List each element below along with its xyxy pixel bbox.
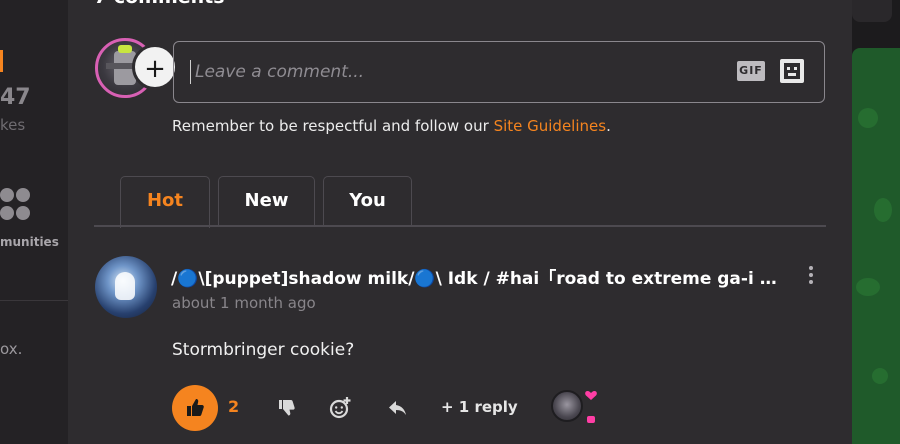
- reply-count[interactable]: + 1 reply: [441, 398, 518, 416]
- sticker-icon[interactable]: [780, 59, 804, 83]
- background-text: ox.: [0, 340, 23, 358]
- guidelines-suffix: .: [606, 117, 611, 135]
- replier-avatar: [551, 390, 583, 422]
- add-reaction-icon: [329, 397, 351, 419]
- comment-author[interactable]: /🔵\[puppet]shadow milk/🔵\ Idk / #hai「roa…: [171, 264, 791, 289]
- guidelines-text: Remember to be respectful and follow our: [172, 117, 494, 135]
- add-attachment-button[interactable]: +: [132, 44, 178, 90]
- reply-button[interactable]: [386, 396, 410, 420]
- tab-new[interactable]: New: [218, 176, 315, 226]
- add-reaction-button[interactable]: [328, 396, 352, 420]
- site-guidelines-link[interactable]: Site Guidelines: [494, 117, 607, 135]
- comment-input[interactable]: Leave a comment... GIF: [173, 41, 825, 103]
- text-caret: [190, 60, 191, 84]
- more-options-icon[interactable]: [806, 264, 816, 286]
- comment-timestamp: about 1 month ago: [172, 294, 316, 312]
- divider: [0, 300, 68, 301]
- background-top-tab: [852, 0, 892, 22]
- guidelines-note: Remember to be respectful and follow our…: [172, 117, 611, 135]
- background-green-image: [852, 48, 900, 444]
- commenter-avatar[interactable]: [95, 256, 157, 318]
- background-stat-label: kes: [0, 116, 26, 134]
- communities-icon: [0, 188, 32, 228]
- comment-text: Stormbringer cookie?: [172, 340, 355, 360]
- gif-icon[interactable]: GIF: [737, 61, 765, 81]
- thumbs-up-icon: [187, 399, 204, 416]
- comment-placeholder: Leave a comment...: [195, 62, 365, 82]
- background-stat-number: 47: [0, 85, 31, 110]
- orange-tab-marker: [0, 50, 3, 72]
- tab-you[interactable]: You: [323, 176, 412, 226]
- comments-title: 7 comments: [94, 0, 225, 8]
- like-count: 2: [228, 397, 240, 416]
- tabs-divider: [94, 225, 826, 227]
- communities-label: munities: [0, 235, 59, 249]
- dislike-button[interactable]: [275, 396, 299, 420]
- background-right-panel: [852, 0, 900, 444]
- reply-preview[interactable]: [545, 388, 597, 428]
- like-button[interactable]: [172, 385, 218, 431]
- reply-icon: [389, 401, 406, 415]
- background-profile-sidebar: 47 kes munities ox.: [0, 0, 68, 444]
- heart-icon: [585, 391, 597, 423]
- tab-hot[interactable]: Hot: [120, 176, 210, 228]
- thumbs-down-icon: [279, 400, 295, 416]
- comments-panel: 7 comments + Leave a comment... GIF Reme…: [68, 0, 852, 444]
